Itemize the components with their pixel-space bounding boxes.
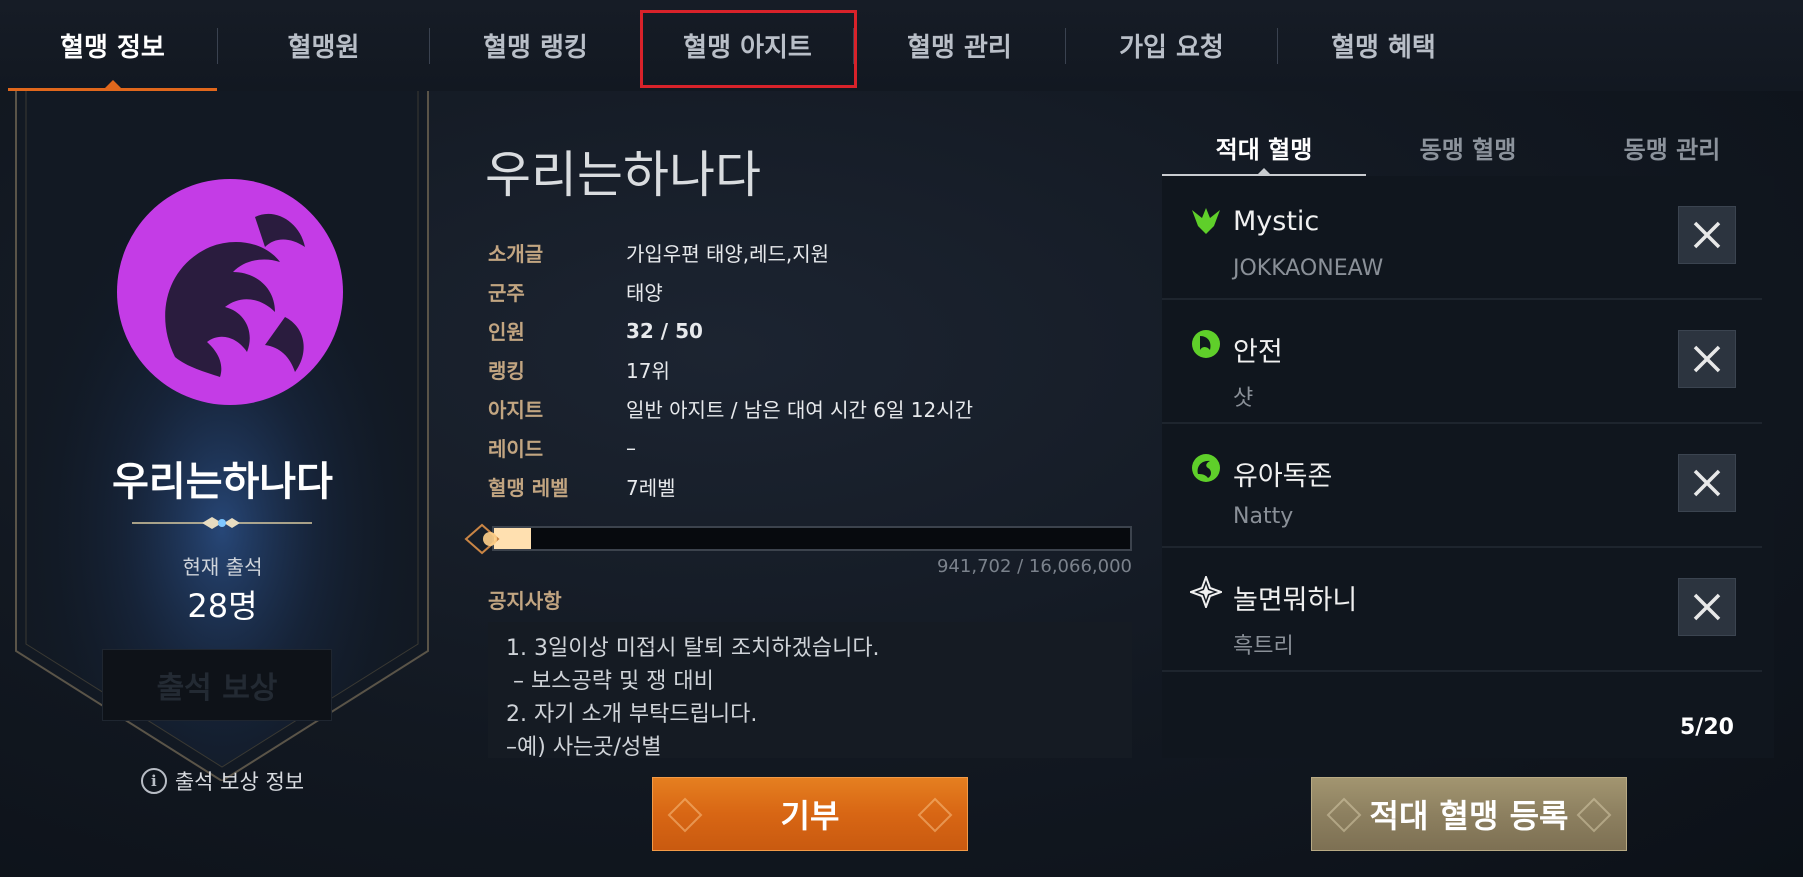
list-item: Mystic JOKKAONEAW xyxy=(1162,176,1762,300)
notice-box[interactable]: 1. 3일이상 미접시 탈퇴 조치하겠습니다. – 보스공략 및 쟁 대비 2.… xyxy=(488,622,1132,758)
info-key: 랭킹 xyxy=(488,359,525,383)
ornament-icon xyxy=(1576,797,1612,833)
notice-line: 2. 자기 소개 부탁드립니다. xyxy=(506,702,758,727)
top-tab-bar: 혈맹 정보 혈맹원 혈맹 랭킹 혈맹 아지트 혈맹 관리 가입 요청 혈맹 혜택 xyxy=(0,0,1803,91)
remove-enemy-button[interactable] xyxy=(1678,206,1736,264)
info-value: 7레벨 xyxy=(626,476,676,500)
ornament-icon xyxy=(667,797,703,833)
list-item: 안전 샷 xyxy=(1162,300,1762,424)
info-value: 32 / 50 xyxy=(626,318,703,343)
info-row-ranking: 랭킹 17위 xyxy=(488,350,973,389)
close-icon xyxy=(1693,221,1721,249)
guild-name: 놀면뭐하니 xyxy=(1233,585,1358,616)
attendance-label: 현재 출석 xyxy=(182,555,263,579)
tab-label: 동맹 관리 xyxy=(1623,135,1721,164)
attendance-reward-button[interactable]: 출석 보상 xyxy=(102,649,332,721)
tab-label: 혈맹 아지트 xyxy=(683,33,812,63)
guild-info-table: 소개글 가입우편 태양,레드,지원 군주 태양 인원 32 / 50 랭킹 17… xyxy=(488,233,973,506)
divider-ornament xyxy=(132,517,312,529)
guild-banner: 우리는하나다 현재 출석 28명 출석 보상 i 출석 보상 정보 xyxy=(10,91,435,794)
donate-button[interactable]: 기부 xyxy=(652,777,968,851)
info-key: 혈맹 레벨 xyxy=(488,476,569,500)
tab-label: 혈맹 관리 xyxy=(907,33,1012,63)
green-crest-icon xyxy=(1192,330,1220,358)
guild-title: 우리는하나다 xyxy=(485,146,761,204)
reward-info-label: 출석 보상 정보 xyxy=(174,770,305,794)
green-eagle-icon xyxy=(1192,208,1220,234)
guild-name: 우리는하나다 xyxy=(112,459,333,505)
tab-guild-hideout[interactable]: 혈맹 아지트 xyxy=(640,0,857,91)
tab-guild-management[interactable]: 혈맹 관리 xyxy=(854,0,1065,91)
attendance-count: 28명 xyxy=(187,587,258,625)
info-value: 태양 xyxy=(626,281,663,305)
info-key: 레이드 xyxy=(488,437,544,461)
guild-lord: Natty xyxy=(1233,504,1294,529)
exp-gem-icon xyxy=(464,523,500,555)
donate-label: 기부 xyxy=(780,797,840,835)
tab-guild-members[interactable]: 혈맹원 xyxy=(218,0,429,91)
tab-label: 혈맹 랭킹 xyxy=(483,33,588,63)
tab-guild-benefits[interactable]: 혈맹 혜택 xyxy=(1278,0,1489,91)
green-dragon-icon xyxy=(1192,454,1220,482)
info-row-hideout: 아지트 일반 아지트 / 남은 대여 시간 6일 12시간 xyxy=(488,389,973,428)
guild-name: 유아독존 xyxy=(1233,461,1333,492)
guild-name: Mystic xyxy=(1233,206,1320,237)
guild-name: 안전 xyxy=(1233,337,1283,368)
guild-lord: 흑트리 xyxy=(1233,634,1294,659)
tab-label: 혈맹 혜택 xyxy=(1331,33,1436,63)
info-row-lord: 군주 태양 xyxy=(488,272,973,311)
attendance-reward-info-link[interactable]: i 출석 보상 정보 xyxy=(10,766,435,796)
guild-emblem-icon xyxy=(117,179,343,405)
info-row-intro: 소개글 가입우편 태양,레드,지원 xyxy=(488,233,973,272)
info-key: 군주 xyxy=(488,281,525,305)
enemy-count: 5/20 xyxy=(1680,715,1734,740)
enemy-guild-list: Mystic JOKKAONEAW 안전 샷 유아독존 Natty 놀면뭐하니 … xyxy=(1162,176,1774,758)
tab-label: 혈맹 정보 xyxy=(60,33,165,63)
tab-guild-info[interactable]: 혈맹 정보 xyxy=(8,0,217,91)
remove-enemy-button[interactable] xyxy=(1678,330,1736,388)
tab-join-requests[interactable]: 가입 요청 xyxy=(1066,0,1277,91)
close-icon xyxy=(1693,593,1721,621)
info-row-level: 혈맹 레벨 7레벨 xyxy=(488,467,973,506)
guild-lord: JOKKAONEAW xyxy=(1233,256,1384,281)
close-icon xyxy=(1693,345,1721,373)
tab-allied-guilds[interactable]: 동맹 혈맹 xyxy=(1366,118,1570,176)
remove-enemy-button[interactable] xyxy=(1678,578,1736,636)
notice-line: 1. 3일이상 미접시 탈퇴 조치하겠습니다. xyxy=(506,636,880,661)
register-enemy-guild-button[interactable]: 적대 혈맹 등록 xyxy=(1311,777,1627,851)
remove-enemy-button[interactable] xyxy=(1678,454,1736,512)
info-row-members: 인원 32 / 50 xyxy=(488,311,973,350)
tab-label: 가입 요청 xyxy=(1119,33,1224,63)
tab-enemy-guilds[interactable]: 적대 혈맹 xyxy=(1162,118,1366,176)
notice-title: 공지사항 xyxy=(488,589,562,613)
notice-line: – 보스공략 및 쟁 대비 xyxy=(506,669,714,694)
ornament-icon xyxy=(917,797,953,833)
info-key: 아지트 xyxy=(488,398,544,422)
guild-lord: 샷 xyxy=(1233,386,1254,411)
notice-line: –예) 사는곳/성별 xyxy=(506,735,662,758)
info-value: – xyxy=(626,435,636,460)
info-key: 인원 xyxy=(488,320,525,344)
tab-label: 동맹 혈맹 xyxy=(1419,135,1517,164)
info-value: 가입우편 태양,레드,지원 xyxy=(626,242,830,266)
list-item: 유아독존 Natty xyxy=(1162,424,1762,548)
info-value: 17위 xyxy=(626,359,670,383)
white-star-icon xyxy=(1190,576,1222,608)
info-value: 일반 아지트 / 남은 대여 시간 6일 12시간 xyxy=(626,398,974,422)
close-icon xyxy=(1693,469,1721,497)
tab-guild-ranking[interactable]: 혈맹 랭킹 xyxy=(430,0,641,91)
ornament-icon xyxy=(1326,797,1362,833)
tab-alliance-management[interactable]: 동맹 관리 xyxy=(1570,118,1774,176)
list-item: 놀면뭐하니 흑트리 xyxy=(1162,548,1762,672)
info-key: 소개글 xyxy=(488,242,544,266)
relation-tabs: 적대 혈맹 동맹 혈맹 동맹 관리 xyxy=(1162,118,1774,176)
register-enemy-label: 적대 혈맹 등록 xyxy=(1369,797,1569,835)
tab-label: 적대 혈맹 xyxy=(1215,135,1313,164)
info-icon: i xyxy=(140,768,167,794)
guild-exp-bar xyxy=(492,526,1132,551)
info-row-raid: 레이드 – xyxy=(488,428,973,467)
tab-label: 혈맹원 xyxy=(287,33,360,63)
guild-exp-text: 941,702 / 16,066,000 xyxy=(936,556,1132,577)
